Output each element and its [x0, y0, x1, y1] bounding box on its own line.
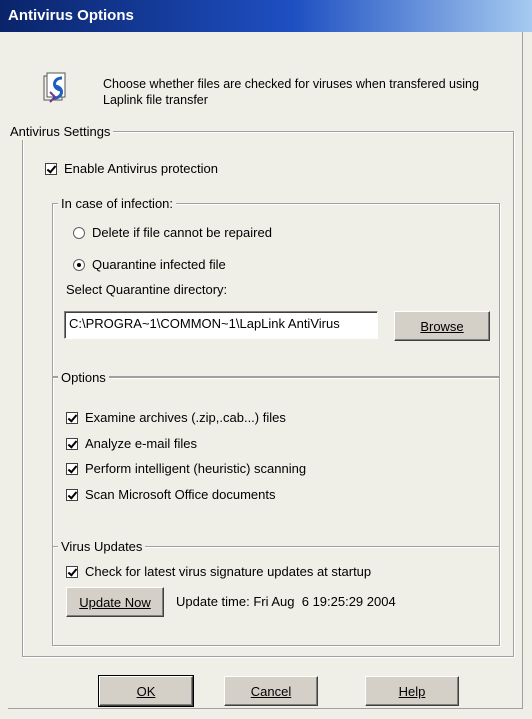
examine-archives-label: Examine archives (.zip,.cab...) files — [85, 410, 286, 425]
check-updates-checkmark — [66, 565, 78, 578]
laplink-icon — [40, 70, 74, 106]
cancel-button-label: Cancel — [250, 683, 292, 699]
quarantine-file-label: Quarantine infected file — [92, 257, 226, 272]
title-bar: Antivirus Options — [0, 0, 532, 32]
delete-file-label: Delete if file cannot be repaired — [92, 225, 272, 240]
enable-antivirus-label: Enable Antivirus protection — [64, 161, 218, 176]
update-now-button-label: Update Now — [79, 594, 151, 610]
browse-button[interactable]: Browse — [394, 311, 490, 341]
scan-office-checkmark — [66, 488, 78, 501]
help-button[interactable]: Help — [365, 676, 459, 706]
examine-archives-checkbox[interactable]: Examine archives (.zip,.cab...) files — [66, 410, 286, 425]
quarantine-file-radio-circle — [73, 258, 85, 271]
delete-file-radio-circle — [73, 226, 85, 239]
window-title: Antivirus Options — [8, 7, 134, 24]
update-now-button[interactable]: Update Now — [66, 587, 164, 617]
check-updates-checkbox[interactable]: Check for latest virus signature updates… — [66, 564, 371, 579]
header-description: Choose whether files are checked for vir… — [103, 77, 479, 107]
check-updates-label: Check for latest virus signature updates… — [85, 564, 372, 579]
ok-button[interactable]: OK — [98, 675, 194, 707]
help-button-label: Help — [398, 683, 426, 699]
quarantine-dir-input[interactable]: C:\PROGRA~1\COMMON~1\LapLink AntiVirus — [64, 311, 378, 339]
dialog-body: Choose whether files are checked for vir… — [0, 32, 532, 719]
enable-antivirus-checkbox[interactable]: Enable Antivirus protection — [45, 161, 218, 176]
enable-antivirus-checkmark — [45, 162, 57, 175]
cancel-button[interactable]: Cancel — [224, 676, 318, 706]
virus-updates-label: Virus Updates — [58, 538, 146, 555]
scan-office-label: Scan Microsoft Office documents — [85, 487, 276, 502]
scan-office-checkbox[interactable]: Scan Microsoft Office documents — [66, 487, 276, 502]
examine-archives-checkmark — [66, 411, 78, 424]
browse-button-label: Browse — [420, 318, 464, 334]
infection-group-label: In case of infection: — [58, 195, 177, 212]
delete-file-radio[interactable]: Delete if file cannot be repaired — [73, 225, 272, 240]
heuristic-scanning-checkbox[interactable]: Perform intelligent (heuristic) scanning — [66, 461, 306, 476]
heuristic-scanning-label: Perform intelligent (heuristic) scanning — [85, 461, 307, 476]
options-group-label: Options — [58, 369, 109, 386]
ok-button-label: OK — [136, 683, 156, 699]
update-time-text: Update time: Fri Aug 6 19:25:29 2004 — [176, 594, 396, 609]
quarantine-dir-label: Select Quarantine directory: — [66, 282, 228, 297]
analyze-email-checkmark — [66, 437, 78, 450]
analyze-email-label: Analyze e-mail files — [85, 436, 197, 451]
quarantine-file-radio[interactable]: Quarantine infected file — [73, 257, 226, 272]
heuristic-scanning-checkmark — [66, 462, 78, 475]
analyze-email-checkbox[interactable]: Analyze e-mail files — [66, 436, 197, 451]
antivirus-settings-label: Antivirus Settings — [7, 123, 114, 140]
